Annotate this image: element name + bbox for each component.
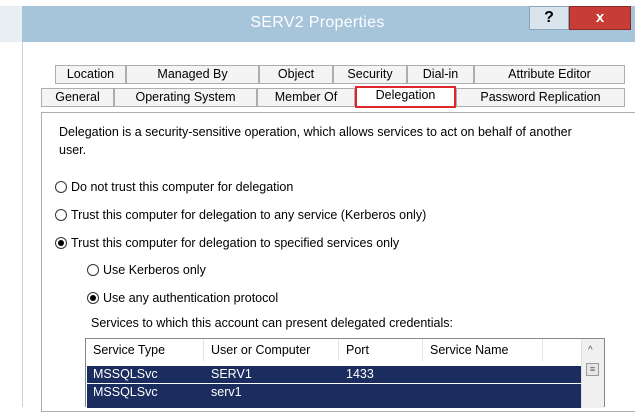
option-label: Use Kerberos only: [103, 263, 206, 277]
tab-location[interactable]: Location: [55, 65, 126, 84]
cell-user-or-computer: serv1: [211, 385, 242, 399]
radio-button-selected[interactable]: [87, 292, 99, 304]
cell-service-type: MSSQLSvc: [93, 385, 158, 399]
delegation-description: Delegation is a security-sensitive opera…: [59, 125, 572, 157]
tab-managed-by[interactable]: Managed By: [126, 65, 259, 84]
services-label: Services to which this account can prese…: [91, 316, 454, 330]
vertical-scrollbar[interactable]: ^ ≡: [581, 339, 604, 408]
option-label: Trust this computer for delegation to sp…: [71, 236, 400, 250]
title-bar: SERV2 Properties ? x: [0, 0, 635, 42]
option-label: Use any authentication protocol: [103, 291, 279, 305]
radio-button[interactable]: [55, 181, 67, 193]
close-button[interactable]: x: [569, 6, 631, 30]
option-trust-any-service[interactable]: Trust this computer for delegation to an…: [55, 207, 426, 223]
cell-service-type: MSSQLSvc: [93, 367, 158, 381]
table-row[interactable]: MSSQLSvc serv1: [87, 384, 581, 408]
tab-operating-system[interactable]: Operating System: [114, 88, 257, 107]
option-label: Do not trust this computer for delegatio…: [71, 180, 294, 194]
tab-object[interactable]: Object: [259, 65, 333, 84]
cell-user-or-computer: SERV1: [211, 367, 252, 381]
column-header-port[interactable]: Port: [339, 339, 423, 361]
option-use-any-protocol[interactable]: Use any authentication protocol: [87, 290, 278, 306]
scroll-up-arrow-icon[interactable]: ^: [588, 345, 593, 356]
table-row[interactable]: MSSQLSvc SERV1 1433: [87, 366, 581, 383]
option-do-not-trust[interactable]: Do not trust this computer for delegatio…: [55, 179, 293, 195]
tab-attribute-editor[interactable]: Attribute Editor: [474, 65, 625, 84]
tab-member-of[interactable]: Member Of: [257, 88, 355, 107]
column-header-service-name[interactable]: Service Name: [423, 339, 543, 361]
radio-button-selected[interactable]: [55, 237, 67, 249]
option-label: Trust this computer for delegation to an…: [71, 208, 427, 222]
tab-general[interactable]: General: [41, 88, 114, 107]
scroll-thumb[interactable]: ≡: [586, 363, 599, 376]
help-button[interactable]: ?: [529, 6, 569, 30]
tab-password-replication[interactable]: Password Replication: [456, 88, 625, 107]
tab-delegation[interactable]: Delegation: [355, 86, 456, 108]
cell-port: 1433: [346, 367, 374, 381]
option-trust-specified-services[interactable]: Trust this computer for delegation to sp…: [55, 235, 399, 251]
services-list[interactable]: Service Type User or Computer Port Servi…: [85, 338, 605, 408]
tab-dial-in[interactable]: Dial-in: [407, 65, 474, 84]
option-use-kerberos-only[interactable]: Use Kerberos only: [87, 262, 206, 278]
radio-button[interactable]: [55, 209, 67, 221]
tab-security[interactable]: Security: [333, 65, 407, 84]
column-header-user-or-computer[interactable]: User or Computer: [204, 339, 339, 361]
column-header-service-type[interactable]: Service Type: [86, 339, 204, 361]
radio-button[interactable]: [87, 264, 99, 276]
